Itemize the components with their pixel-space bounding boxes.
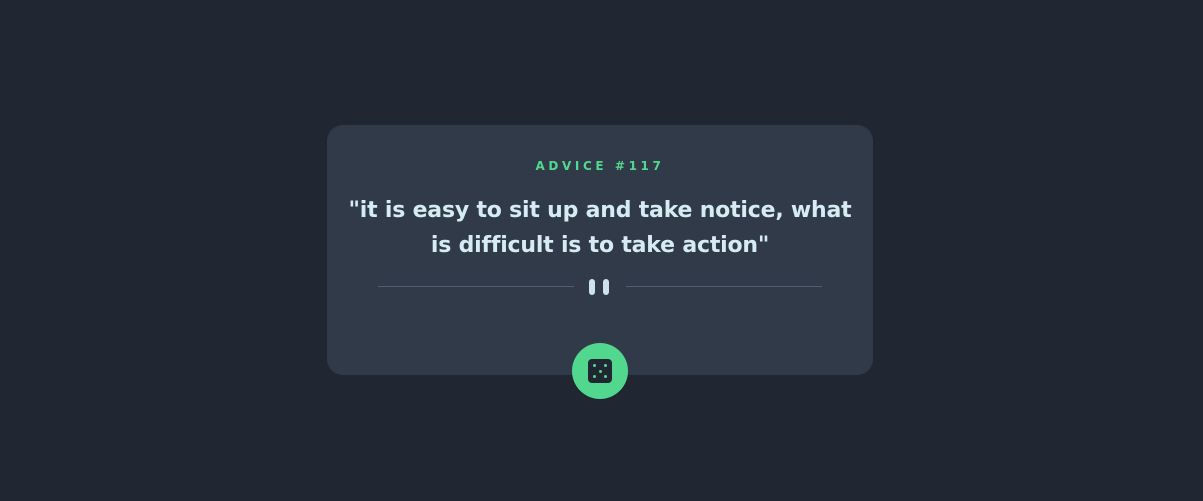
advice-card: ADVICE #117 "it is easy to sit up and ta… [327, 125, 873, 375]
pause-icon [589, 279, 611, 295]
divider-line-left [378, 286, 574, 287]
dice-icon [588, 359, 612, 383]
new-advice-button[interactable] [572, 343, 628, 399]
pause-bar-right [603, 279, 609, 295]
advice-quote: "it is easy to sit up and take notice, w… [348, 198, 852, 258]
divider [378, 275, 822, 299]
divider-line-right [626, 286, 822, 287]
app-root: ADVICE #117 "it is easy to sit up and ta… [0, 0, 1203, 501]
advice-id: ADVICE #117 [535, 159, 665, 173]
pause-bar-left [589, 279, 595, 295]
